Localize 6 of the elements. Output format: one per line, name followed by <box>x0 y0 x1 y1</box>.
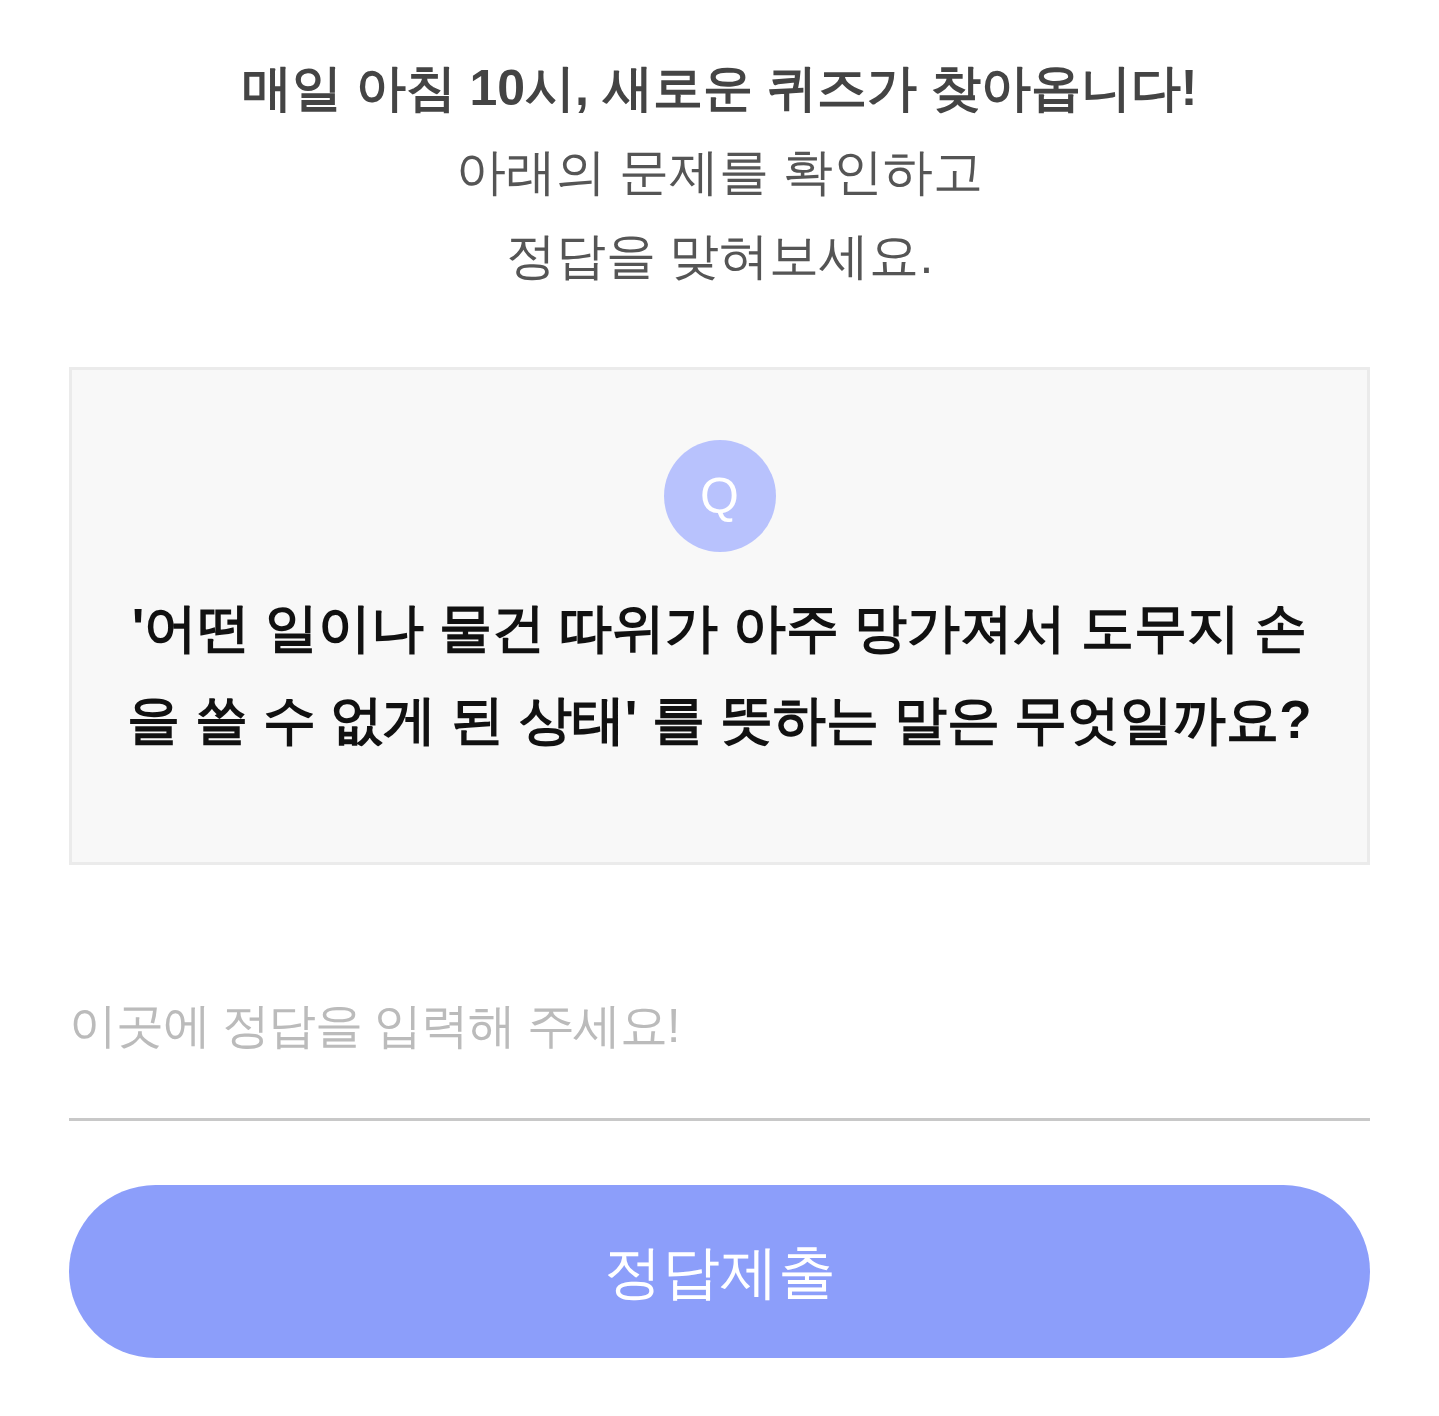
quiz-instructions: 아래의 문제를 확인하고 정답을 맞혀보세요. <box>455 143 984 286</box>
answer-input-field[interactable]: 이곳에 정답을 입력해 주세요! <box>69 970 1370 1121</box>
question-text: '어떤 일이나 물건 따위가 아주 망가져서 도무지 손을 쓸 수 없게 된 상태' 를 뜻하는 말은 무엇일까요? <box>126 597 1313 751</box>
submit-answer-button[interactable]: 정답제출 <box>69 1185 1370 1358</box>
question-badge: Q <box>663 440 776 552</box>
quiz-headline: 매일 아침 10시, 새로운 퀴즈가 찾아옵니다! <box>241 59 1198 118</box>
